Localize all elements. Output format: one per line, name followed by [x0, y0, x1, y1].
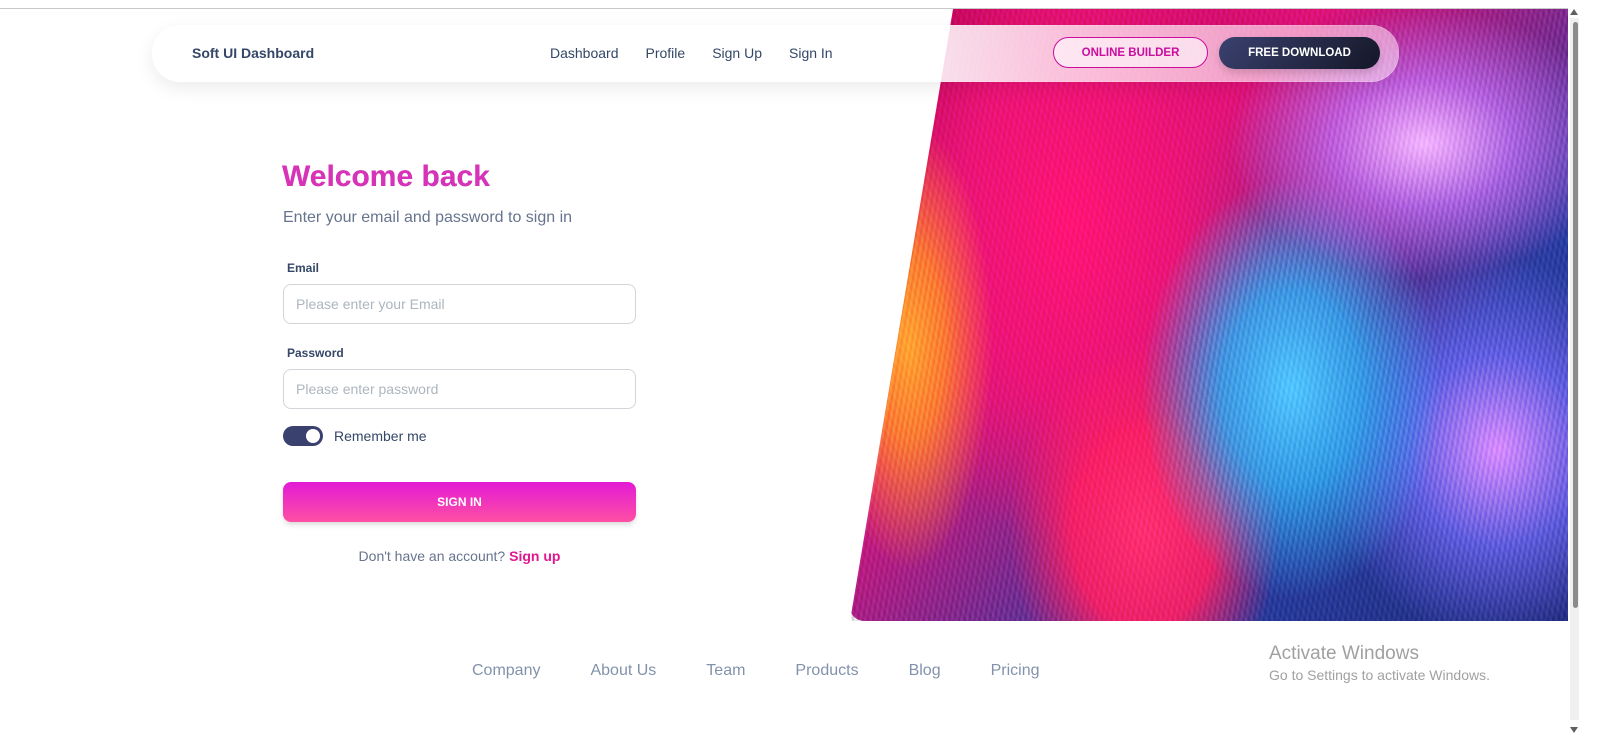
password-input[interactable] [283, 369, 636, 409]
footer-links: Company About Us Team Products Blog Pric… [472, 662, 1040, 680]
password-label: Password [287, 346, 344, 360]
scrollbar-thumb[interactable] [1573, 22, 1578, 608]
toggle-knob [306, 429, 320, 443]
sign-up-link[interactable]: Sign up [509, 548, 560, 564]
remember-me-toggle[interactable] [283, 426, 323, 446]
brand-link[interactable]: Soft UI Dashboard [192, 45, 314, 61]
footer-link-blog[interactable]: Blog [909, 662, 941, 680]
footer-link-about-us[interactable]: About Us [590, 662, 656, 680]
footer-link-products[interactable]: Products [795, 662, 858, 680]
page: Soft UI Dashboard Dashboard Profile Sign… [0, 0, 1600, 740]
scroll-up-arrow-icon[interactable] [1570, 9, 1578, 15]
page-title: Welcome back [282, 160, 490, 193]
footer-link-pricing[interactable]: Pricing [991, 662, 1040, 680]
no-account-text: Don't have an account? [358, 548, 506, 564]
scroll-down-arrow-icon[interactable] [1570, 727, 1578, 733]
window-top-border [0, 8, 1568, 9]
hero-texture-2 [850, 9, 1586, 621]
nav-link-sign-up[interactable]: Sign Up [712, 45, 762, 61]
online-builder-button[interactable]: ONLINE BUILDER [1053, 37, 1208, 68]
nav-links: Dashboard Profile Sign Up Sign In [550, 45, 860, 61]
free-download-button[interactable]: FREE DOWNLOAD [1219, 37, 1380, 69]
hero-abstract-image [850, 9, 1586, 621]
nav-link-profile[interactable]: Profile [646, 45, 686, 61]
navbar: Soft UI Dashboard Dashboard Profile Sign… [152, 25, 1399, 82]
footer-link-team[interactable]: Team [706, 662, 745, 680]
page-subtitle: Enter your email and password to sign in [283, 209, 573, 226]
nav-link-sign-in[interactable]: Sign In [789, 45, 833, 61]
signup-prompt: Don't have an account? Sign up [283, 548, 636, 564]
remember-me-label[interactable]: Remember me [334, 428, 427, 444]
activate-windows-title: Activate Windows [1269, 643, 1419, 664]
sign-in-button[interactable]: SIGN IN [283, 482, 636, 522]
footer-link-company[interactable]: Company [472, 662, 540, 680]
activate-windows-subtitle: Go to Settings to activate Windows. [1269, 667, 1490, 683]
nav-link-dashboard[interactable]: Dashboard [550, 45, 619, 61]
email-label: Email [287, 261, 320, 275]
email-input[interactable] [283, 284, 636, 324]
